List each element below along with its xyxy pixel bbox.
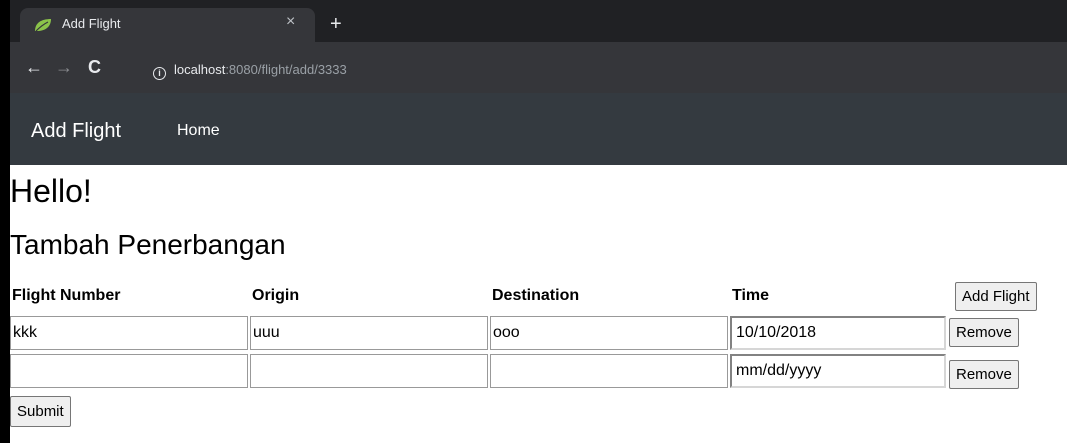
submit-button[interactable]: Submit [10, 396, 71, 427]
nav-link-home[interactable]: Home [177, 122, 220, 140]
remove-row-button[interactable]: Remove [949, 318, 1019, 347]
add-flight-button[interactable]: Add Flight [955, 282, 1037, 311]
reload-icon[interactable]: C [88, 58, 101, 76]
header-origin: Origin [252, 287, 300, 304]
destination-input[interactable]: ooo [490, 316, 728, 350]
origin-input[interactable] [250, 354, 488, 388]
flight-number-input[interactable] [10, 354, 248, 388]
forward-arrow-icon[interactable]: → [55, 58, 73, 76]
leaf-icon [35, 19, 51, 32]
info-icon[interactable]: i [153, 67, 166, 80]
page-content: Hello! Tambah Penerbangan Flight Number … [10, 165, 1067, 443]
tab-strip: Add Flight × + [10, 0, 1067, 42]
header-time: Time [732, 287, 770, 304]
tab-title: Add Flight [62, 16, 121, 31]
header-destination: Destination [492, 287, 580, 304]
header-flight-number: Flight Number [12, 287, 121, 304]
browser-window: Add Flight × + ← → C i localhost:8080/fli… [0, 0, 1067, 443]
address-bar[interactable]: i localhost:8080/flight/add/3333 [150, 62, 1050, 82]
app-navbar: Add Flight Home [10, 93, 1067, 165]
time-date-input[interactable]: mm/dd/yyyy [730, 354, 946, 388]
time-date-input[interactable]: 10/10/2018 [730, 316, 946, 350]
destination-input[interactable] [490, 354, 728, 388]
flight-number-input[interactable]: kkk [10, 316, 248, 350]
origin-input[interactable]: uuu [250, 316, 488, 350]
remove-row-button[interactable]: Remove [949, 360, 1019, 389]
page-title: Tambah Penerbangan [10, 229, 286, 260]
back-arrow-icon[interactable]: ← [25, 58, 43, 76]
greeting-heading: Hello! [10, 173, 92, 209]
browser-tab-add-flight[interactable]: Add Flight × [20, 8, 315, 42]
close-icon[interactable]: × [286, 13, 295, 31]
browser-toolbar: ← → C i localhost:8080/flight/add/3333 [10, 42, 1067, 93]
url-host: localhost [174, 62, 226, 77]
navbar-brand[interactable]: Add Flight [31, 120, 121, 143]
new-tab-icon[interactable]: + [330, 14, 342, 34]
window-edge [0, 0, 10, 443]
url-path: :8080/flight/add/3333 [225, 62, 347, 77]
